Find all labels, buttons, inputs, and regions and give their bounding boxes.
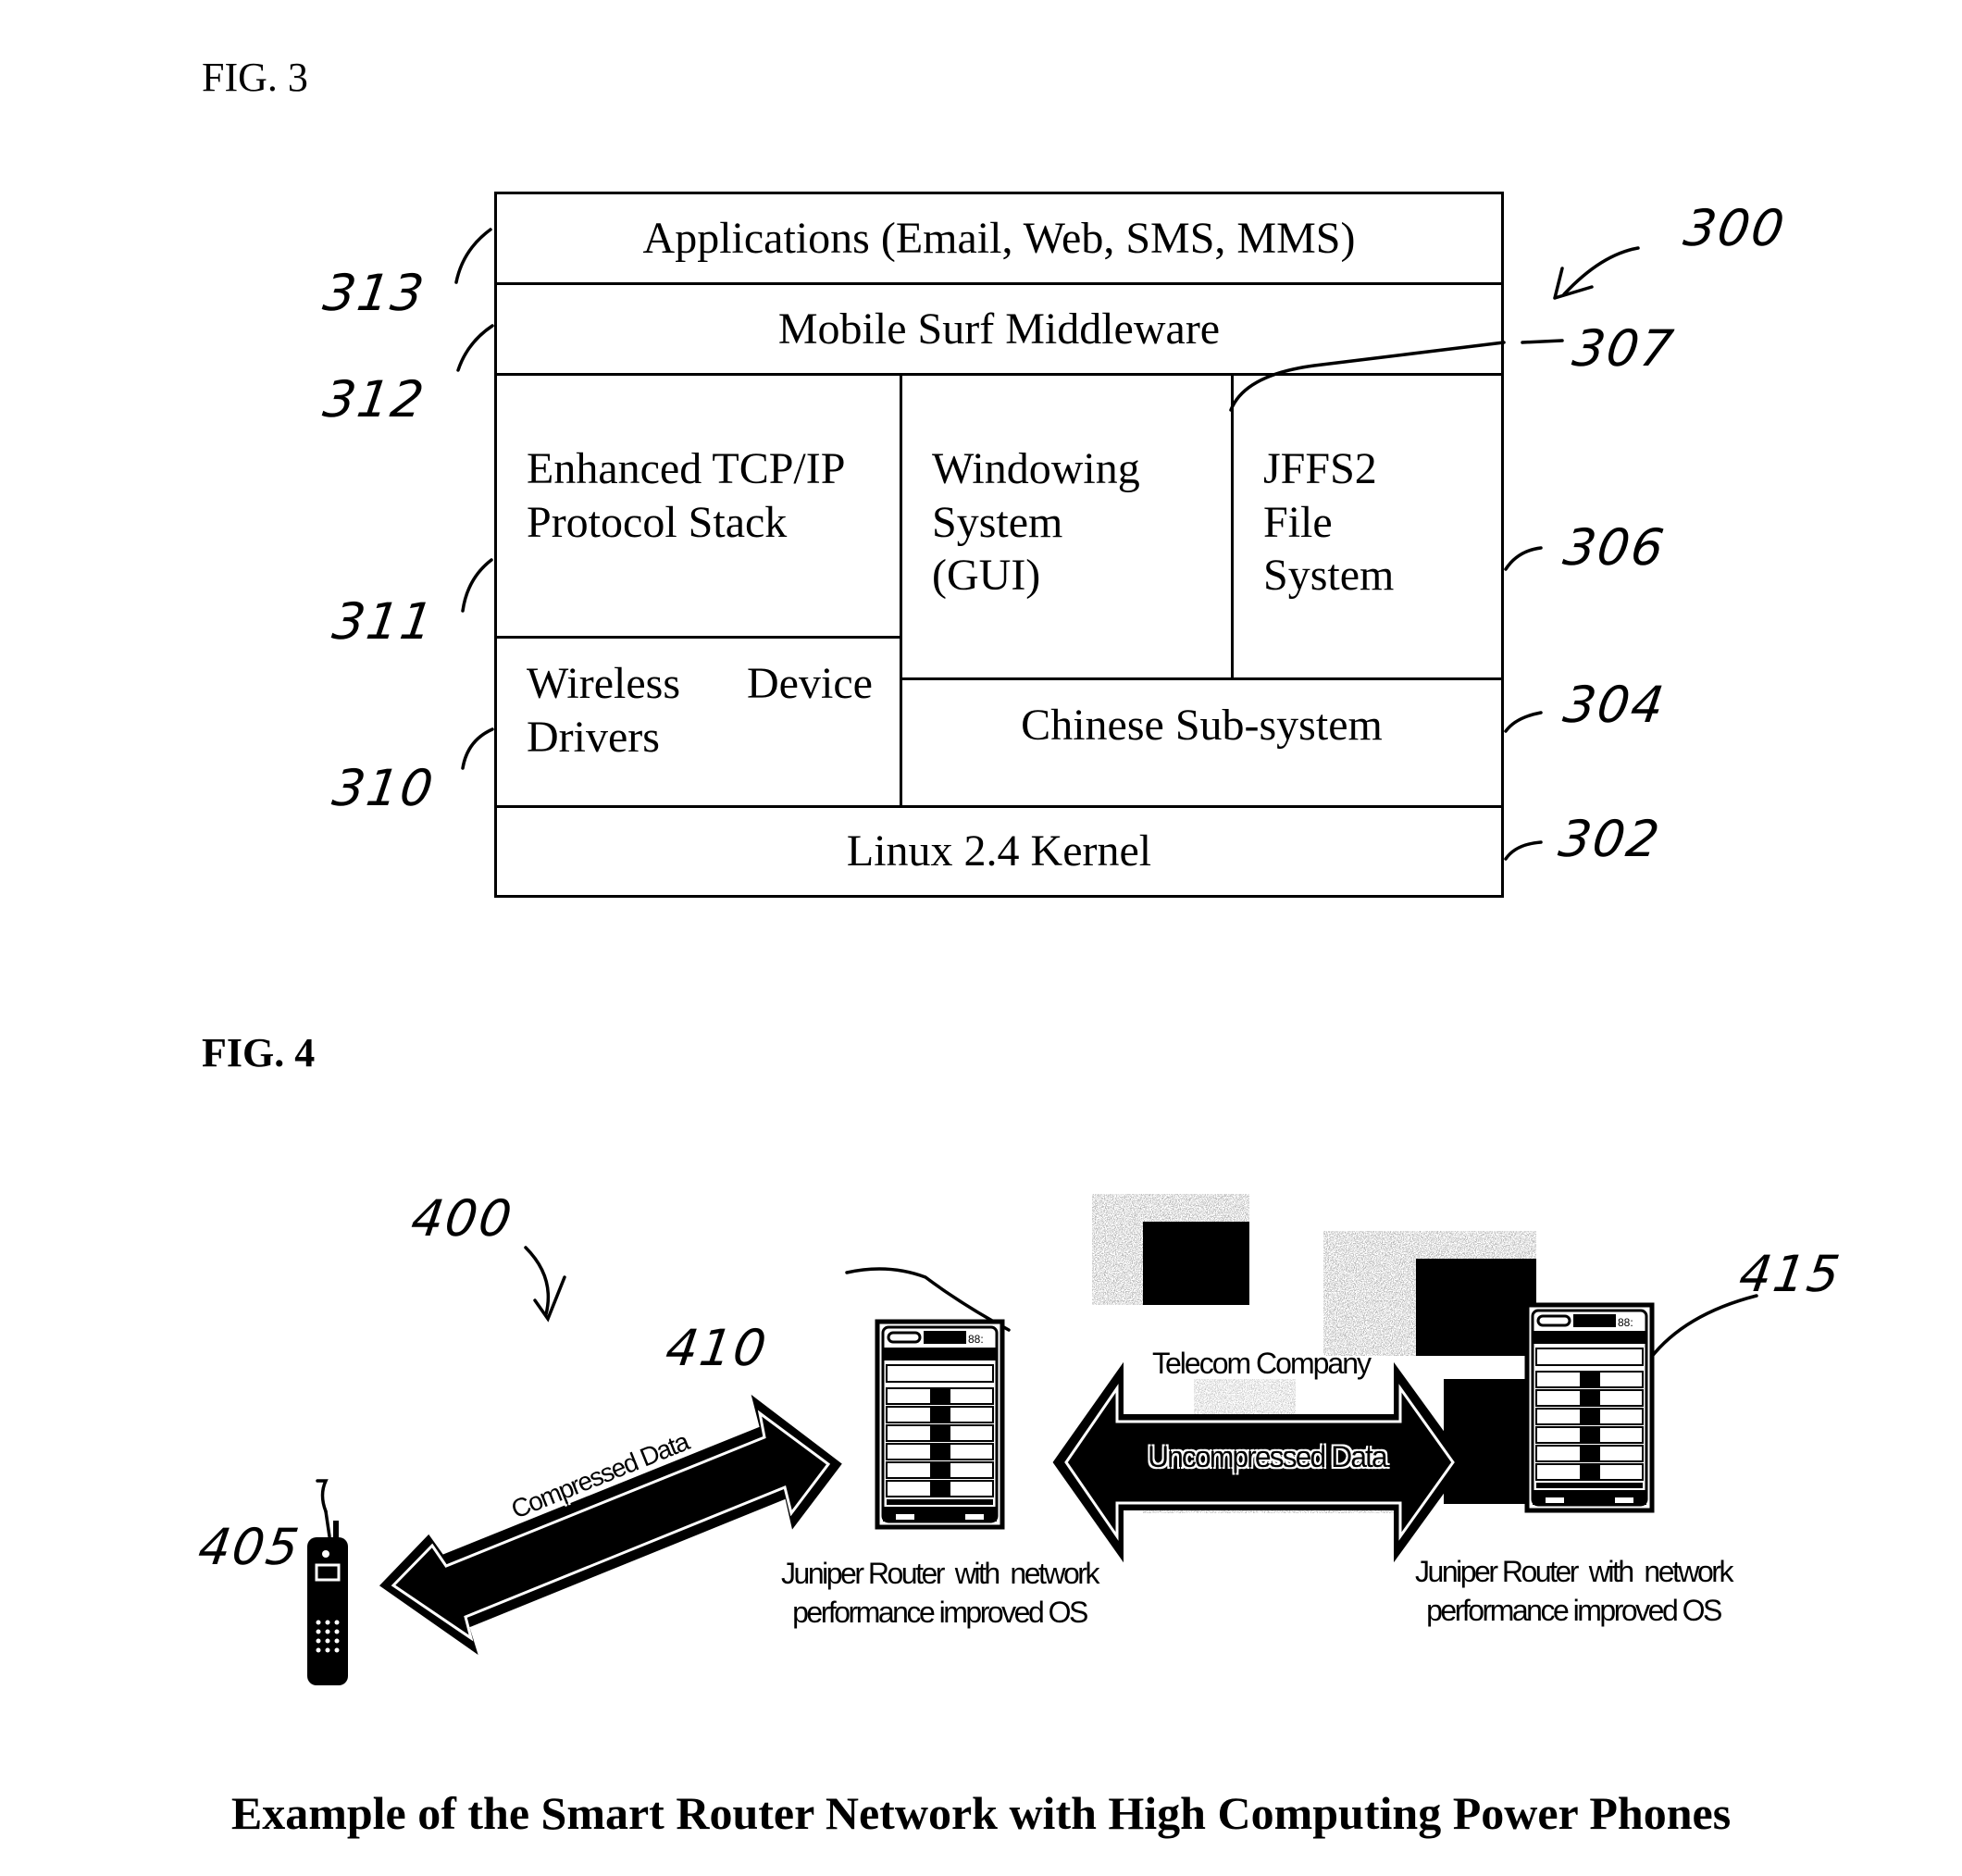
router-right-caption-line2: performance improved OS [1426, 1593, 1722, 1627]
fig4-caption: Example of the Smart Router Network with… [230, 1787, 1732, 1839]
router-right-display: 88: [1618, 1316, 1633, 1329]
router-left-caption-line2: performance improved OS [792, 1595, 1088, 1629]
router-left-caption: Juniper Router with network performance … [740, 1555, 1138, 1632]
router-right-caption-line1: Juniper Router with network [1415, 1555, 1733, 1588]
router-right: 88: [1524, 1302, 1655, 1513]
router-right-caption: Juniper Router with network performance … [1374, 1553, 1772, 1630]
cloud-core-1 [1143, 1222, 1249, 1305]
router-left-display: 88: [968, 1333, 984, 1346]
router-left-caption-line1: Juniper Router with network [781, 1557, 1099, 1590]
router-left: 88: [875, 1319, 1005, 1530]
uncompressed-data-label: Uncompressed Data [1148, 1440, 1388, 1473]
telecom-company-label: Telecom Company [1152, 1347, 1372, 1380]
cloud-core-3 [1444, 1379, 1536, 1504]
cloud-core-2 [1416, 1259, 1536, 1356]
phone-body [307, 1537, 348, 1685]
mobile-phone-icon [307, 1521, 348, 1685]
